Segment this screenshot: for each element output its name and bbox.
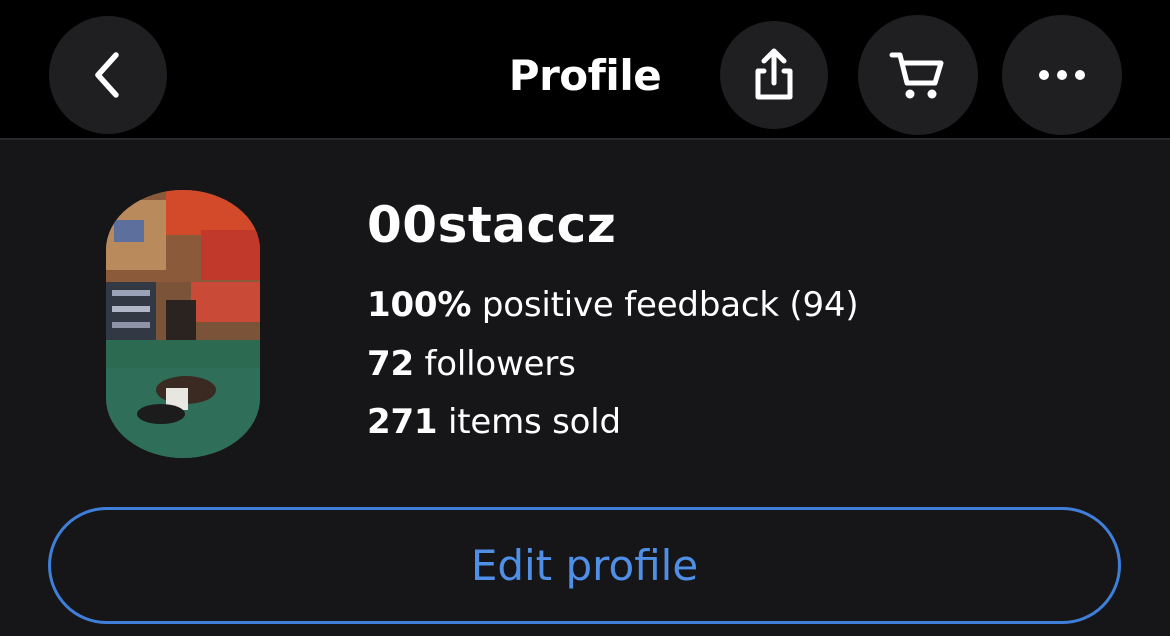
cart-button[interactable] xyxy=(858,15,978,135)
share-button[interactable] xyxy=(720,21,828,129)
followers-label: followers xyxy=(424,344,576,384)
feedback-stat[interactable]: 100% positive feedback (94) xyxy=(367,281,859,329)
username: 00staccz xyxy=(367,196,617,254)
avatar[interactable] xyxy=(106,190,260,458)
followers-stat[interactable]: 72 followers xyxy=(367,340,576,388)
edit-profile-label: Edit profile xyxy=(470,540,699,590)
items-sold-stat[interactable]: 271 items sold xyxy=(367,398,621,446)
top-navigation-bar: Profile xyxy=(0,0,1170,140)
cart-icon xyxy=(889,52,944,99)
avatar-photo xyxy=(106,190,260,458)
share-icon xyxy=(755,48,793,100)
items-sold-count: 271 xyxy=(367,402,438,442)
more-options-button[interactable] xyxy=(1002,15,1122,135)
chevron-left-icon xyxy=(95,52,119,98)
back-button[interactable] xyxy=(49,16,167,134)
feedback-percent: 100% xyxy=(367,285,472,325)
page-title: Profile xyxy=(508,51,662,100)
more-horizontal-icon xyxy=(1039,70,1085,80)
items-sold-label: items sold xyxy=(447,402,621,442)
followers-count: 72 xyxy=(367,344,414,384)
edit-profile-button[interactable]: Edit profile xyxy=(48,507,1121,624)
feedback-label: positive feedback (94) xyxy=(481,285,859,325)
